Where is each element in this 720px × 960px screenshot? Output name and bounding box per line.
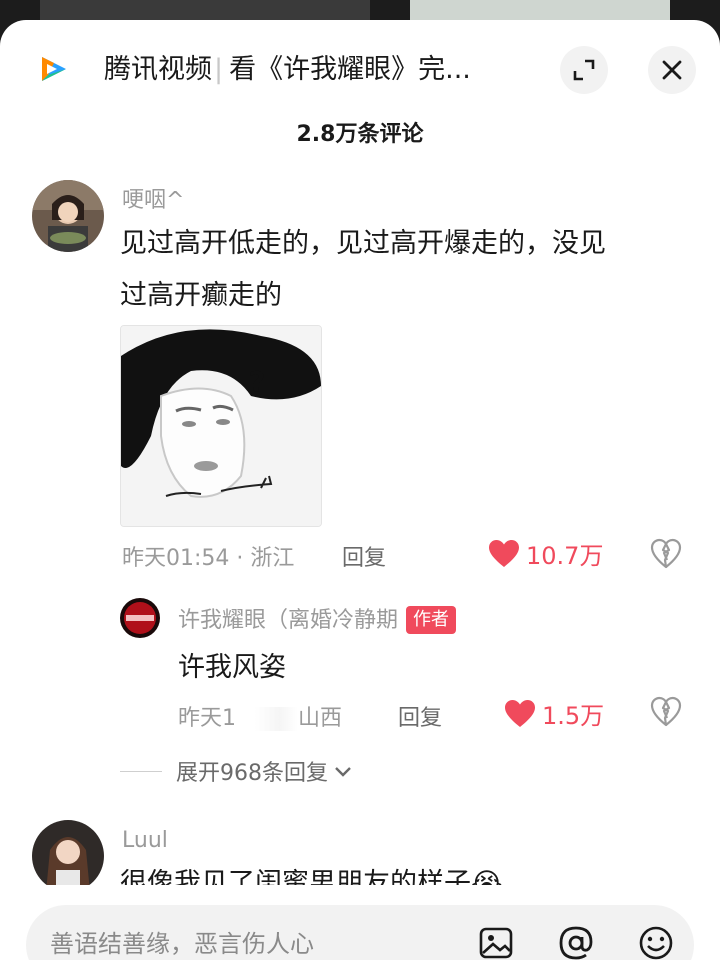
comment-text-line: 过高开癫走的 xyxy=(120,280,282,311)
avatar[interactable] xyxy=(32,180,104,252)
blurred-region xyxy=(236,707,298,731)
author-badge: 作者 xyxy=(406,606,457,634)
close-button[interactable] xyxy=(648,46,696,94)
avatar[interactable] xyxy=(32,820,104,892)
meme-face-image: ? xyxy=(121,326,321,526)
dislike-broken-heart-icon[interactable] xyxy=(650,696,682,728)
like-button[interactable]: 10.7万 xyxy=(488,536,603,571)
heart-filled-icon xyxy=(505,699,535,727)
like-count: 10.7万 xyxy=(526,542,604,570)
reply-button[interactable]: 回复 xyxy=(398,700,442,732)
tencent-video-logo-icon xyxy=(42,57,66,81)
comment-username[interactable]: Luul xyxy=(122,828,168,853)
reply-location: 山西 xyxy=(298,706,343,731)
emoji-icon[interactable] xyxy=(636,923,676,960)
reply-avatar[interactable] xyxy=(120,598,160,638)
expand-divider xyxy=(120,770,162,772)
comment-sticker-image[interactable]: ? xyxy=(120,325,322,527)
like-button[interactable]: 1.5万 xyxy=(504,696,604,731)
expand-replies-button[interactable]: 展开968条回复 xyxy=(120,755,354,787)
expand-replies-label: 展开968条回复 xyxy=(176,761,328,786)
comment-input[interactable] xyxy=(48,923,452,960)
heart-filled-icon xyxy=(489,539,519,567)
comment-count: 2.8万条评论 xyxy=(296,122,424,147)
reply-time: 昨天1 xyxy=(178,706,236,731)
comment-time-location: 昨天01:54 · 浙江 xyxy=(122,546,295,571)
dislike-broken-heart-icon[interactable] xyxy=(650,538,682,570)
reply-username[interactable]: 许我耀眼（离婚冷静期 xyxy=(178,608,398,633)
author-avatar-image xyxy=(120,598,160,638)
like-count: 1.5万 xyxy=(542,702,605,730)
reply-button[interactable]: 回复 xyxy=(342,540,386,572)
svg-text:?: ? xyxy=(249,365,265,398)
comment-text-line: 见过高开低走的，见过高开爆走的，没见 xyxy=(120,228,606,259)
header-title: 腾讯视频| 看《许我耀眼》完... xyxy=(104,50,534,90)
comment-username[interactable]: 哽咽^ xyxy=(122,182,184,214)
comments-sheet: 腾讯视频| 看《许我耀眼》完... 2.8万条评论 哽咽^ 见过高开低走的，见过高… xyxy=(0,20,720,960)
video-title: 看《许我耀眼》完... xyxy=(229,54,471,85)
expand-icon xyxy=(573,59,595,81)
mention-at-icon[interactable] xyxy=(556,923,596,960)
title-separator: | xyxy=(214,54,224,85)
reply-username-row: 许我耀眼（离婚冷静期 作者 xyxy=(178,602,457,634)
image-icon[interactable] xyxy=(476,923,516,960)
avatar-image xyxy=(32,820,104,892)
comment-input-bar xyxy=(0,885,720,960)
reply-time-location: 昨天1 山西 xyxy=(178,700,342,732)
chevron-down-icon xyxy=(335,767,351,777)
avatar-image xyxy=(32,180,104,252)
comment-input-pill xyxy=(26,905,694,960)
sheet-header: 腾讯视频| 看《许我耀眼》完... xyxy=(0,20,720,120)
reply-text: 许我风姿 xyxy=(178,652,286,683)
app-name: 腾讯视频 xyxy=(104,54,212,85)
expand-button[interactable] xyxy=(560,46,608,94)
close-icon xyxy=(662,60,682,80)
